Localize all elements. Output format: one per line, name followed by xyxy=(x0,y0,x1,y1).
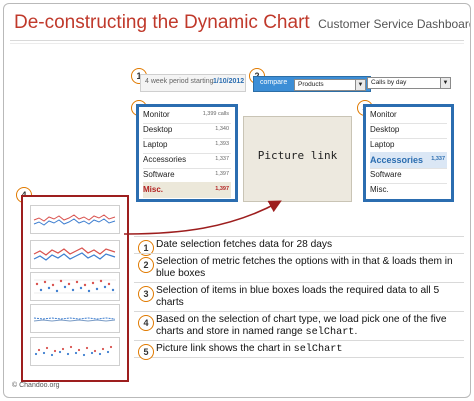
dot-chart-thumbnail xyxy=(34,279,116,294)
date-label: 4 week period starting xyxy=(145,78,214,85)
step-5: 5 Picture link shows the chart in selCha… xyxy=(134,340,464,360)
step-2-text: Selection of metric fetches the options … xyxy=(156,256,453,279)
picture-link-box: Picture link xyxy=(243,116,352,202)
step-1-text: Date selection fetches data for 28 days xyxy=(156,239,333,250)
thumbnail-chart-3 xyxy=(30,272,120,301)
step-4: 4 Based on the selection of chart type, … xyxy=(134,311,464,340)
thumbnail-chart-5 xyxy=(30,337,120,366)
named-range-code: selChart xyxy=(305,327,355,338)
step-5-number: 5 xyxy=(138,344,154,360)
date-value[interactable]: 1/10/2012 xyxy=(213,78,244,85)
title-divider xyxy=(10,40,464,41)
step-5-text: Picture link shows the chart in selChart xyxy=(156,343,343,355)
compare-select[interactable]: Products ▼ xyxy=(294,79,366,91)
line-chart-thumbnail xyxy=(33,214,116,226)
picture-link-label: Picture link xyxy=(257,149,338,162)
step-3-number: 3 xyxy=(138,286,154,302)
title-subtitle: Customer Service Dashboard xyxy=(318,17,471,31)
chart-thumbnails xyxy=(21,195,129,382)
compare-label: compare xyxy=(260,79,288,86)
thumbnail-chart-1 xyxy=(30,205,120,234)
dashboard-frame: De-constructing the Dynamic Chart Custom… xyxy=(3,3,471,398)
metric-select-value: Calls by day xyxy=(371,79,407,86)
arrow-icon xyxy=(123,200,282,235)
named-range-code: selChart xyxy=(293,344,343,355)
scatter-chart-thumbnail xyxy=(34,345,113,357)
step-3: 3 Selection of items in blue boxes loads… xyxy=(134,282,464,311)
metric-select[interactable]: Calls by day ▼ xyxy=(367,77,451,89)
compare-control[interactable]: compare Products ▼ xyxy=(253,76,371,92)
step-2-number: 2 xyxy=(138,257,154,273)
title-main: De-constructing the Dynamic Chart xyxy=(14,12,310,33)
items-list-right: Monitor Desktop Laptop Accessories 1,337 … xyxy=(363,104,454,202)
step-4-number: 4 xyxy=(138,315,154,331)
step-4-text: Based on the selection of chart type, we… xyxy=(156,314,447,338)
thumbnail-chart-2 xyxy=(30,240,120,269)
chevron-down-icon[interactable]: ▼ xyxy=(355,80,365,90)
flat-line-chart-thumbnail xyxy=(33,317,116,322)
items-list-left: Monitor 1,399 calls Desktop 1,340 Laptop 1,… xyxy=(136,104,238,202)
line-marker-chart-thumbnail xyxy=(33,247,116,261)
list-item[interactable]: Misc. xyxy=(370,182,447,198)
date-control[interactable]: 4 week period starting 1/10/2012 xyxy=(140,74,246,92)
compare-select-value: Products xyxy=(298,81,324,88)
page-title: De-constructing the Dynamic Chart Custom… xyxy=(14,12,471,34)
title-divider-2 xyxy=(10,43,464,44)
thumbnail-chart-4 xyxy=(30,304,120,333)
step-1: 1 Date selection fetches data for 28 day… xyxy=(134,236,464,256)
footer-credit: © Chandoo.org xyxy=(12,382,60,389)
step-3-text: Selection of items in blue boxes loads t… xyxy=(156,285,440,308)
step-2: 2 Selection of metric fetches the option… xyxy=(134,253,464,282)
chevron-down-icon[interactable]: ▼ xyxy=(440,78,450,88)
